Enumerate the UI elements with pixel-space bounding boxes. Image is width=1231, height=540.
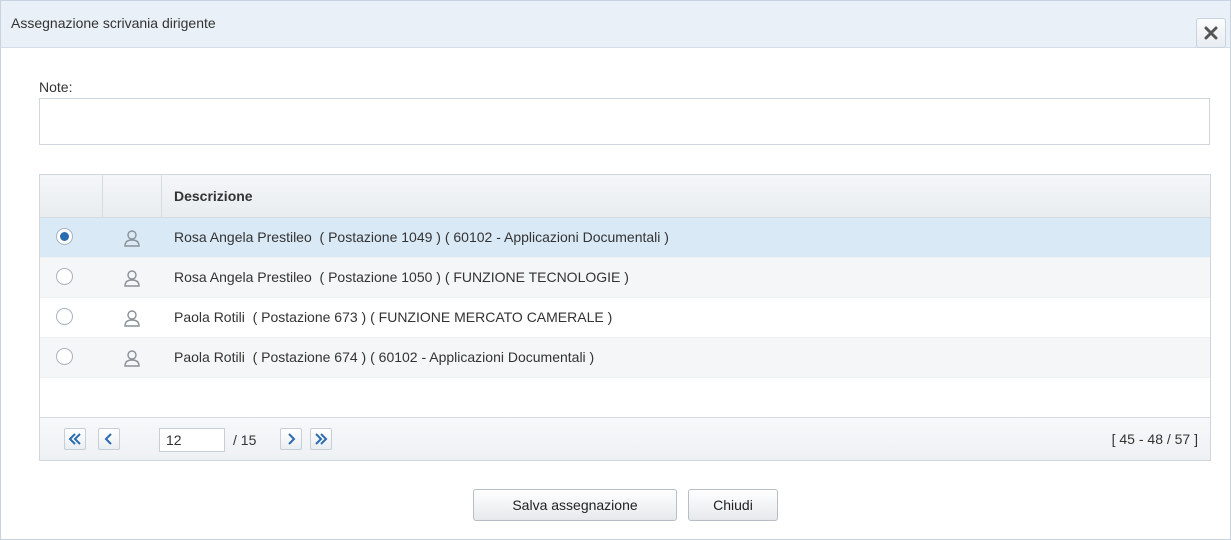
user-icon (124, 350, 140, 367)
row-description: Rosa Angela Prestileo ( Postazione 1049 … (174, 229, 669, 245)
note-input[interactable] (39, 98, 1210, 145)
row-radio[interactable] (56, 308, 73, 325)
row-radio[interactable] (56, 348, 73, 365)
record-range: [ 45 - 48 / 57 ] (1111, 431, 1198, 447)
page-number-input[interactable] (159, 428, 225, 452)
assignee-grid: Descrizione Rosa Angela Prestileo ( Post… (39, 174, 1211, 461)
first-page-button[interactable] (64, 428, 86, 450)
page-total: / 15 (233, 432, 257, 448)
row-description: Rosa Angela Prestileo ( Postazione 1050 … (174, 269, 629, 285)
chevron-right-icon (288, 433, 296, 445)
dialog-titlebar: Assegnazione scrivania dirigente (1, 1, 1230, 48)
close-dialog-button[interactable] (1196, 18, 1226, 48)
close-x-icon (1204, 26, 1218, 40)
double-chevron-left-icon (68, 433, 81, 445)
row-description: Paola Rotili ( Postazione 674 ) ( 60102 … (174, 349, 595, 365)
chevron-left-icon (104, 433, 112, 445)
table-row[interactable]: Paola Rotili ( Postazione 674 ) ( 60102 … (40, 338, 1210, 378)
grid-header: Descrizione (40, 175, 1210, 218)
last-page-button[interactable] (310, 428, 332, 450)
table-row[interactable]: Paola Rotili ( Postazione 673 ) ( FUNZIO… (40, 298, 1210, 338)
table-row[interactable]: Rosa Angela Prestileo ( Postazione 1050 … (40, 258, 1210, 298)
double-chevron-right-icon (315, 433, 328, 445)
grid-pager: / 15 [ 45 - 48 / 57 ] (40, 417, 1210, 460)
close-button[interactable]: Chiudi (688, 489, 778, 521)
row-radio[interactable] (56, 228, 73, 245)
note-label: Note: (39, 79, 73, 95)
user-icon (124, 230, 140, 247)
header-descrizione[interactable]: Descrizione (174, 188, 253, 204)
next-page-button[interactable] (280, 428, 302, 450)
user-icon (124, 310, 140, 327)
user-icon (124, 270, 140, 287)
save-assignment-button[interactable]: Salva assegnazione (473, 489, 677, 521)
header-icon-column (103, 175, 162, 217)
prev-page-button[interactable] (98, 428, 120, 450)
row-description: Paola Rotili ( Postazione 673 ) ( FUNZIO… (174, 309, 613, 325)
dialog-title: Assegnazione scrivania dirigente (11, 15, 216, 31)
header-select-column (40, 175, 103, 217)
row-radio[interactable] (56, 268, 73, 285)
assign-desk-dialog: Assegnazione scrivania dirigente Note: D… (0, 0, 1231, 540)
table-row[interactable]: Rosa Angela Prestileo ( Postazione 1049 … (40, 218, 1210, 258)
